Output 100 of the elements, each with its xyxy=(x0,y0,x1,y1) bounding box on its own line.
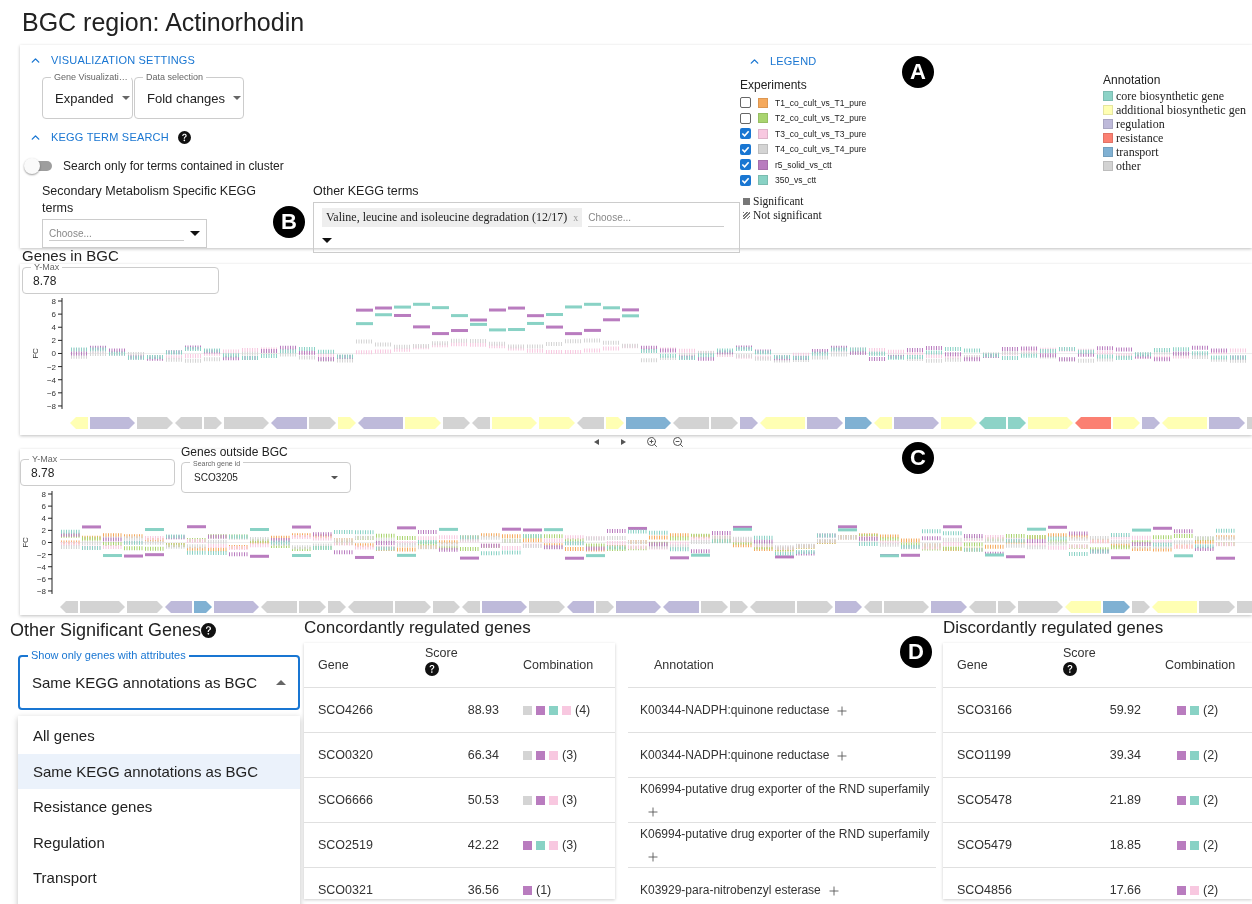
field-label: Show only genes with attributes xyxy=(28,649,189,662)
table-cell-text: 36.56 xyxy=(466,883,500,897)
toggle-switch[interactable] xyxy=(24,158,54,174)
section-header[interactable]: KEGG TERM SEARCH xyxy=(51,131,169,143)
legend-label: core biosynthetic gene xyxy=(1116,89,1224,103)
caret-icon xyxy=(276,680,286,685)
table-cell-text: SCO0321 xyxy=(317,883,374,897)
table-cell: (1) xyxy=(536,883,552,897)
checkbox[interactable] xyxy=(740,159,751,171)
table-cell-text: 88.93 xyxy=(466,703,500,717)
table-cell: (2) xyxy=(1203,703,1219,717)
checkbox[interactable] xyxy=(740,143,751,155)
menu-item[interactable]: Same KEGG annotations as BGC xyxy=(18,753,300,789)
zoom-in-icon[interactable] xyxy=(646,436,658,448)
section-header[interactable]: VISUALIZATION SETTINGS xyxy=(51,54,196,66)
axis-title: FC xyxy=(31,348,40,359)
experiment-label: 350_vs_ctt xyxy=(775,175,817,186)
table-title: Discordantly regulated genes xyxy=(943,617,1165,639)
menu-item[interactable]: Regulation xyxy=(18,824,300,860)
menu-item[interactable]: All genes xyxy=(18,718,300,754)
axis-tick-label: 6 xyxy=(41,502,46,512)
marker-badge: C xyxy=(902,442,934,474)
table-cell-text: 66.34 xyxy=(466,748,500,762)
chart-title: Genes outside BGC xyxy=(181,446,289,459)
table-cell-text: SCO3166 xyxy=(956,703,1013,717)
axis-tick-label: −2 xyxy=(46,362,56,372)
experiment-label: T3_co_cult_vs_T3_pure xyxy=(775,128,867,139)
table-cell-text: 50.53 xyxy=(466,793,500,807)
table-cell-text: SCO5479 xyxy=(956,838,1013,852)
table-cell-text: 17.66 xyxy=(1108,883,1142,897)
caret-icon xyxy=(121,96,130,100)
table-cell-text: SCO2519 xyxy=(317,838,374,852)
table-cell-text: SCO5478 xyxy=(956,793,1013,807)
help-icon[interactable] xyxy=(1063,662,1077,676)
table-cell-text: 21.89 xyxy=(1108,793,1142,807)
axis-tick-label: 4 xyxy=(51,323,56,333)
checkbox[interactable] xyxy=(740,128,751,140)
column-header: Score xyxy=(1063,646,1096,660)
switch-label: Search only for terms contained in cluster xyxy=(63,159,284,173)
checkbox[interactable] xyxy=(740,97,751,109)
legend-swatch xyxy=(743,197,750,205)
table-cell-text: SCO0320 xyxy=(317,748,374,762)
kegg-multi-select[interactable]: Valine, leucine and isoleucine degradation (12/17) x Choose... xyxy=(313,202,740,253)
axis-tick-label: −4 xyxy=(46,375,56,385)
checkbox[interactable] xyxy=(740,174,751,186)
table-cell: K00344-NADPH:quinone reductase xyxy=(640,748,830,762)
axis-tick-label: 4 xyxy=(41,514,46,524)
menu-item[interactable]: Resistance genes xyxy=(18,789,300,825)
help-icon[interactable] xyxy=(201,622,217,638)
axis-tick-label: −6 xyxy=(36,574,46,584)
column-header: Combination xyxy=(1164,658,1237,672)
table-cell-text: SCO4856 xyxy=(956,883,1013,897)
table-cell-text: 42.22 xyxy=(466,838,500,852)
table-cell: (2) xyxy=(1203,838,1219,852)
caret-icon xyxy=(233,96,242,100)
axis-tick-label: 0 xyxy=(41,538,46,548)
experiment-label: T1_co_cult_vs_T1_pure xyxy=(775,97,867,108)
axis-tick-label: −4 xyxy=(36,562,46,572)
table-cell-text: 39.34 xyxy=(1108,748,1142,762)
table-title: Concordantly regulated genes xyxy=(304,617,532,639)
table-cell: K00344-NADPH:quinone reductase xyxy=(640,703,830,717)
chart-title: Genes in BGC xyxy=(21,248,120,264)
kegg-select[interactable]: Choose... xyxy=(42,219,207,248)
table-cell: (3) xyxy=(562,793,578,807)
experiment-label: r5_solid_vs_ctt xyxy=(775,159,832,170)
legend-label: additional biosynthetic gen xyxy=(1116,103,1246,117)
zoom-out-icon[interactable] xyxy=(672,436,684,448)
help-icon[interactable] xyxy=(425,662,439,676)
table-cell-text: SCO6666 xyxy=(317,793,374,807)
chip-label: Valine, leucine and isoleucine degradation (12/17) xyxy=(326,210,568,225)
table-cell: (2) xyxy=(1203,883,1219,897)
table-cell-text: 18.85 xyxy=(1108,838,1142,852)
legend-label: Not significant xyxy=(753,208,822,222)
axis-tick-label: −6 xyxy=(46,388,56,398)
caret-icon xyxy=(322,238,332,243)
checkbox[interactable] xyxy=(740,112,751,124)
table-cell: (3) xyxy=(562,748,578,762)
legend-label: Significant xyxy=(753,194,804,208)
table-cell: (2) xyxy=(1203,793,1219,807)
table-cell-text: SCO1199 xyxy=(956,748,1012,762)
table-cell: K03929-para-nitrobenzyl esterase xyxy=(640,883,821,897)
table-cell: K06994-putative drug exporter of the RND superfamily xyxy=(640,827,930,841)
axis-tick-label: 2 xyxy=(51,336,56,346)
legend-label: resistance xyxy=(1116,131,1164,145)
axis-tick-label: 0 xyxy=(51,349,56,359)
page-title: BGC region: Actinorhodin xyxy=(21,7,306,38)
field-label: Y-Max xyxy=(31,264,63,273)
next-icon[interactable] xyxy=(621,439,626,445)
table-cell: (4) xyxy=(575,703,591,717)
previous-icon[interactable] xyxy=(594,439,599,445)
section-header[interactable]: LEGEND xyxy=(770,55,817,67)
column-header: Combination xyxy=(522,658,595,672)
menu-item[interactable]: Transport xyxy=(18,860,300,896)
section-title: Other Significant Genes xyxy=(10,619,202,641)
table-cell: K06994-putative drug exporter of the RND superfamily xyxy=(640,782,930,796)
table-cell-text: 59.92 xyxy=(1108,703,1142,717)
help-icon[interactable] xyxy=(177,130,191,144)
field-label: Y-Max xyxy=(29,454,61,465)
axis-tick-label: 2 xyxy=(41,526,46,536)
axis-tick-label: −8 xyxy=(46,401,56,411)
